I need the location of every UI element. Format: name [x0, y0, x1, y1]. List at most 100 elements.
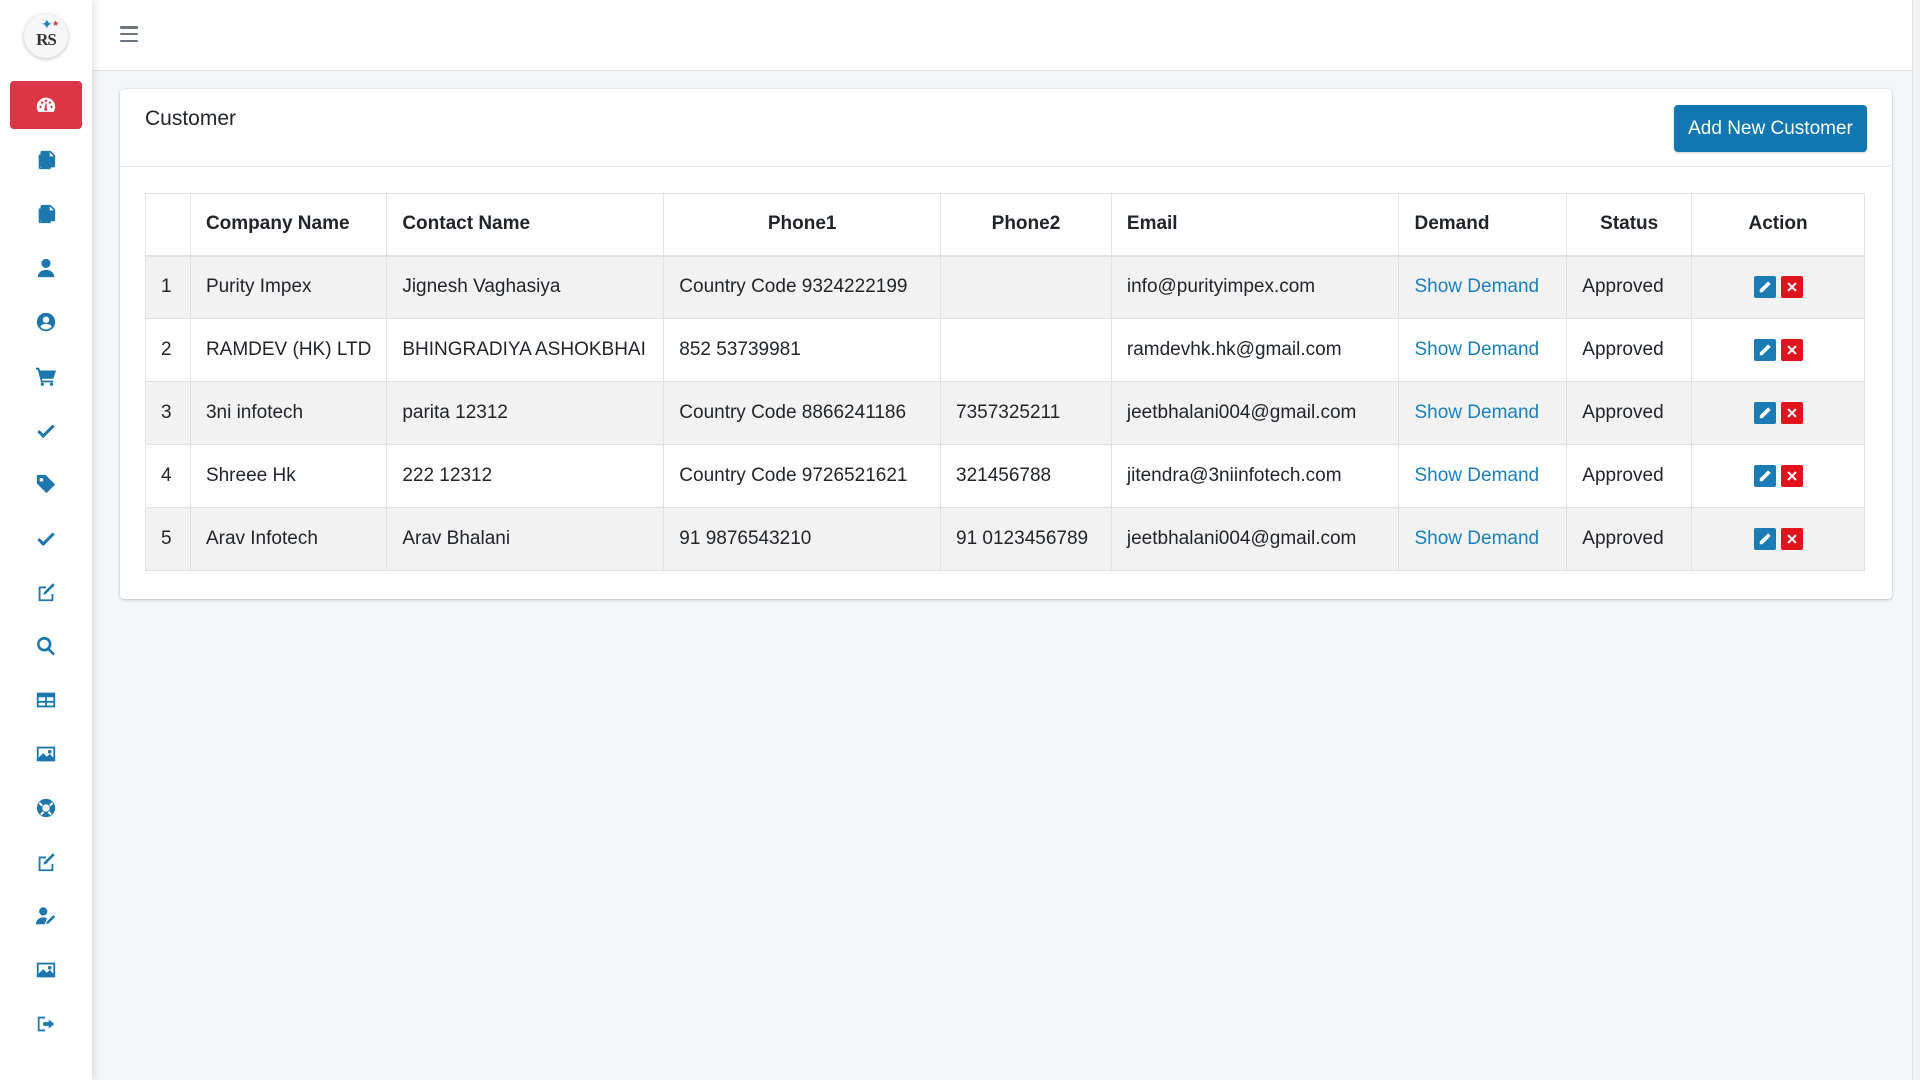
table-icon — [36, 692, 56, 708]
user-icon — [37, 258, 55, 278]
dashboard-gauge-icon — [36, 97, 56, 112]
page-scrollbar[interactable] — [1912, 0, 1920, 1080]
check-icon — [37, 532, 55, 547]
table-header-row: Company Name Contact Name Phone1 Phone2 … — [145, 193, 1865, 257]
logo-star-icon: ✦ — [41, 16, 53, 32]
status-cell: Approved — [1566, 381, 1693, 445]
email-cell: info@purityimpex.com — [1110, 255, 1400, 319]
sidebar-item-dashboard[interactable] — [10, 81, 82, 129]
table-row: 1 Purity Impex Jignesh Vaghasiya Country… — [145, 255, 1865, 319]
check-icon — [37, 424, 55, 439]
sidebar-item-search[interactable] — [10, 622, 82, 670]
close-icon — [1786, 282, 1797, 292]
demand-cell: Show Demand — [1398, 381, 1568, 445]
column-header-index — [145, 193, 191, 257]
table-row: 4 Shreee Hk 222 12312 Country Code 97265… — [145, 444, 1865, 508]
action-cell — [1691, 318, 1865, 382]
delete-button[interactable] — [1780, 464, 1803, 487]
image-icon — [36, 962, 56, 978]
delete-button[interactable] — [1780, 401, 1803, 424]
sidebar-item-edit-2[interactable] — [10, 838, 82, 886]
life-ring-icon — [36, 798, 56, 818]
sidebar-item-image-2[interactable] — [10, 946, 82, 994]
sidebar-item-check-1[interactable] — [10, 406, 82, 454]
user-edit-icon — [35, 907, 56, 925]
delete-button[interactable] — [1780, 276, 1803, 299]
company-name-cell: Shreee Hk — [189, 444, 388, 508]
table-row: 2 RAMDEV (HK) LTD BHINGRADIYA ASHOKBHAI … — [145, 318, 1865, 382]
sidebar-item-support[interactable] — [10, 784, 82, 832]
customer-card: Customer Add New Customer Company Name C… — [120, 89, 1892, 599]
row-index: 4 — [145, 444, 191, 508]
company-name-cell: Purity Impex — [189, 255, 388, 319]
sidebar-item-tag[interactable] — [10, 460, 82, 508]
company-name-cell: 3ni infotech — [189, 381, 388, 445]
table-row: 3 3ni infotech parita 12312 Country Code… — [145, 381, 1865, 445]
logo-text: RS — [36, 30, 57, 49]
edit-button[interactable] — [1753, 338, 1776, 361]
page-title: Customer — [145, 107, 237, 130]
phone1-cell: Country Code 9324222199 — [663, 255, 942, 319]
demand-cell: Show Demand — [1398, 444, 1568, 508]
customer-table: Company Name Contact Name Phone1 Phone2 … — [145, 193, 1865, 571]
top-navbar — [92, 0, 1920, 71]
phone2-cell: 7357325211 — [940, 381, 1112, 445]
sidebar-item-sign-out[interactable] — [10, 1000, 82, 1048]
edit-button[interactable] — [1753, 527, 1776, 550]
add-new-customer-button[interactable]: Add New Customer — [1674, 105, 1867, 152]
logo[interactable]: ✦ ★ RS — [24, 14, 68, 58]
shopping-cart-icon — [35, 367, 57, 386]
copy-documents-icon — [38, 150, 56, 170]
column-header-phone1: Phone1 — [663, 193, 942, 257]
phone1-cell: 852 53739981 — [663, 318, 942, 382]
sidebar-item-user-edit[interactable] — [10, 892, 82, 940]
status-cell: Approved — [1566, 318, 1693, 382]
pencil-icon — [1759, 407, 1771, 419]
close-icon — [1786, 408, 1797, 418]
contact-name-cell: Arav Bhalani — [386, 507, 665, 571]
edit-button[interactable] — [1753, 464, 1776, 487]
sidebar-item-edit-1[interactable] — [10, 568, 82, 616]
sidebar-item-documents-2[interactable] — [10, 190, 82, 238]
sidebar-item-table[interactable] — [10, 676, 82, 724]
delete-button[interactable] — [1780, 338, 1803, 361]
phone1-cell: Country Code 9726521621 — [663, 444, 942, 508]
pencil-icon — [1759, 281, 1771, 293]
card-header: Customer Add New Customer — [120, 89, 1892, 167]
copy-documents-icon — [38, 204, 56, 224]
show-demand-link[interactable]: Show Demand — [1414, 402, 1539, 423]
hamburger-menu-icon[interactable] — [120, 26, 138, 42]
phone1-cell: Country Code 8866241186 — [663, 381, 942, 445]
sidebar-item-documents-1[interactable] — [10, 136, 82, 184]
sidebar-item-user-circle[interactable] — [10, 298, 82, 346]
status-cell: Approved — [1566, 255, 1693, 319]
search-icon — [37, 636, 55, 656]
demand-cell: Show Demand — [1398, 507, 1568, 571]
sidebar-item-check-2[interactable] — [10, 514, 82, 562]
show-demand-link[interactable]: Show Demand — [1414, 276, 1539, 297]
sidebar-item-image-1[interactable] — [10, 730, 82, 778]
column-header-contact-name: Contact Name — [386, 193, 665, 257]
column-header-email: Email — [1110, 193, 1400, 257]
delete-button[interactable] — [1780, 527, 1803, 550]
sidebar-item-user[interactable] — [10, 244, 82, 292]
contact-name-cell: 222 12312 — [386, 444, 665, 508]
row-index: 1 — [145, 255, 191, 319]
action-cell — [1691, 507, 1865, 571]
contact-name-cell: BHINGRADIYA ASHOKBHAI — [386, 318, 665, 382]
image-icon — [36, 746, 56, 762]
user-circle-icon — [36, 312, 56, 332]
edit-button[interactable] — [1753, 276, 1776, 299]
phone2-cell — [940, 255, 1112, 319]
edit-button[interactable] — [1753, 401, 1776, 424]
show-demand-link[interactable]: Show Demand — [1414, 339, 1539, 360]
show-demand-link[interactable]: Show Demand — [1414, 465, 1539, 486]
close-icon — [1786, 534, 1797, 544]
company-name-cell: RAMDEV (HK) LTD — [189, 318, 388, 382]
phone2-cell: 321456788 — [940, 444, 1112, 508]
email-cell: jitendra@3niinfotech.com — [1110, 444, 1400, 508]
sidebar-item-cart[interactable] — [10, 352, 82, 400]
demand-cell: Show Demand — [1398, 255, 1568, 319]
column-header-company-name: Company Name — [189, 193, 388, 257]
show-demand-link[interactable]: Show Demand — [1414, 528, 1539, 549]
